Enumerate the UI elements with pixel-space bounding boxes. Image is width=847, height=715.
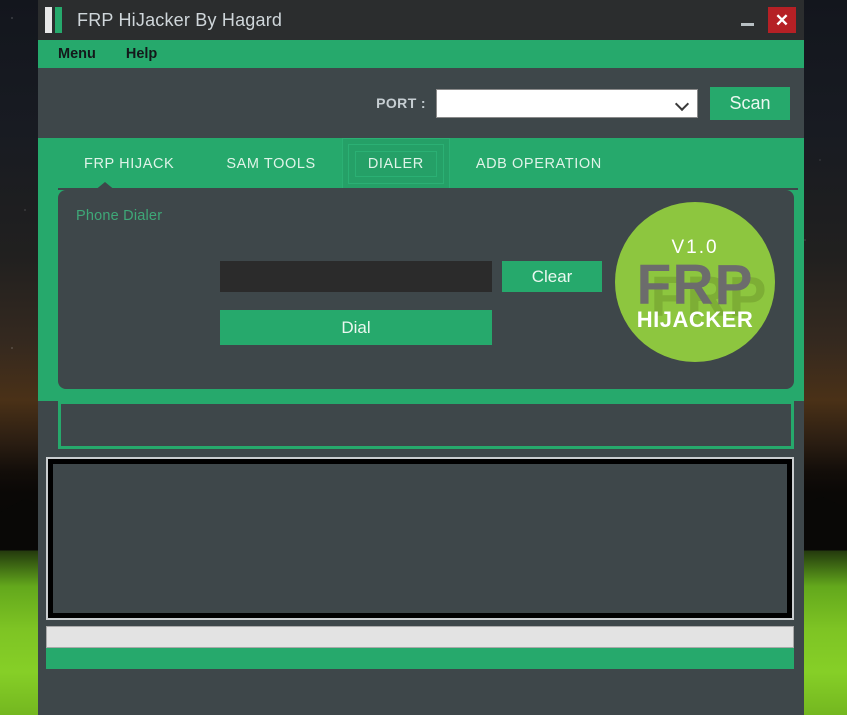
log-output-box [46, 457, 794, 620]
scan-button[interactable]: Scan [710, 86, 790, 120]
app-logo-icon [45, 7, 67, 33]
status-box [58, 401, 794, 449]
panel-notch-icon [94, 182, 116, 191]
menu-bar: Menu Help [38, 40, 804, 68]
status-box-text [61, 404, 791, 446]
log-output-text[interactable] [48, 459, 792, 618]
application-window: FRP HiJacker By Hagard ✕ Menu Help PORT … [38, 0, 804, 715]
tab-content-area: Phone Dialer Clear Dial V1.0 FRP HIJACKE… [38, 182, 804, 401]
dialer-panel: Phone Dialer Clear Dial V1.0 FRP HIJACKE… [58, 182, 794, 389]
tab-frp-hijack[interactable]: FRP HIJACK [58, 138, 200, 190]
window-title: FRP HiJacker By Hagard [77, 9, 283, 30]
port-label: PORT : [376, 95, 426, 111]
menu-item-help[interactable]: Help [126, 46, 157, 62]
phone-number-input[interactable] [220, 261, 492, 292]
dial-button[interactable]: Dial [220, 310, 492, 345]
dialer-input-row: Clear [220, 261, 615, 292]
tab-adb-operation[interactable]: ADB OPERATION [450, 138, 628, 190]
title-bar: FRP HiJacker By Hagard ✕ [38, 0, 804, 40]
bottom-accent-bar [46, 648, 794, 669]
menu-item-menu[interactable]: Menu [58, 46, 96, 62]
frp-hijacker-logo: V1.0 FRP HIJACKER [615, 202, 775, 362]
chevron-down-icon [676, 97, 689, 110]
minimize-button[interactable] [730, 0, 764, 40]
port-select[interactable] [436, 88, 698, 118]
clear-button[interactable]: Clear [502, 261, 602, 292]
progress-bar [46, 626, 794, 648]
port-row: PORT : Scan [38, 68, 804, 138]
logo-sub-text: HIJACKER [636, 307, 754, 333]
tab-sam-tools[interactable]: SAM TOOLS [200, 138, 341, 190]
close-button[interactable]: ✕ [768, 7, 796, 33]
bottom-filler [38, 669, 804, 699]
dialer-controls: Clear Dial [220, 261, 615, 345]
logo-main-text: FRP [636, 252, 754, 317]
minimize-icon [740, 22, 754, 26]
tab-strip: FRP HIJACK SAM TOOLS DIALER ADB OPERATIO… [38, 138, 804, 190]
tab-dialer[interactable]: DIALER [341, 138, 450, 190]
window-controls: ✕ [730, 0, 804, 40]
